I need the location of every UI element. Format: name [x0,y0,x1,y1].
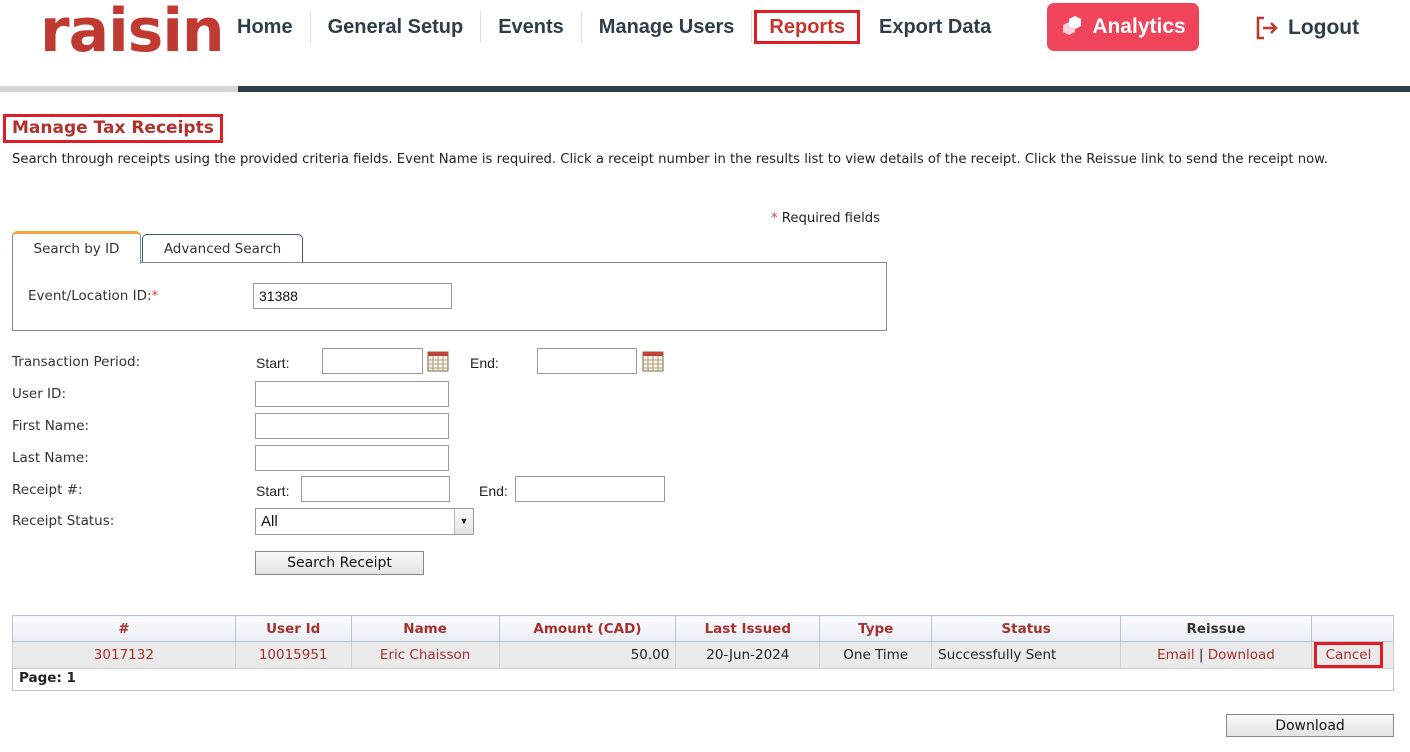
user-id-cell[interactable]: 10015951 [234,641,352,669]
logout-icon [1256,16,1278,40]
name-cell[interactable]: Eric Chaisson [350,641,500,669]
tab-search-by-id[interactable]: Search by ID [12,231,141,264]
calendar-icon[interactable] [642,350,664,372]
transaction-start-input[interactable] [322,348,423,374]
chevron-down-icon[interactable]: ▼ [454,509,473,534]
nav-divider [751,11,753,43]
required-fields-text: Required fields [781,211,881,226]
calendar-icon[interactable] [427,350,449,372]
download-button[interactable]: Download [1226,714,1394,737]
cancel-cell: Cancel [1310,641,1395,669]
amount-cell: 50.00 [498,641,677,669]
user-id-label: User ID: [12,386,66,402]
header-bar-dark [238,86,1410,92]
last-issued-cell: 20-Jun-2024 [675,641,821,669]
search-by-id-panel: Event/Location ID:* [12,262,887,331]
receipt-status-select[interactable]: All ▼ [255,508,474,535]
column-receipt-number[interactable]: # [12,615,236,642]
nav-general-setup[interactable]: General Setup [311,10,481,44]
receipt-end-input[interactable] [515,476,665,502]
transaction-end-input[interactable] [537,348,637,374]
page-title: Manage Tax Receipts [3,114,223,143]
receipt-status-label: Receipt Status: [12,513,115,529]
top-header: raisin Home General Setup Events Manage … [0,0,1410,86]
type-cell: One Time [819,641,933,669]
logout-label: Logout [1288,16,1360,39]
table-header-row: # User Id Name Amount (CAD) Last Issued … [12,615,1395,642]
last-name-label: Last Name: [12,450,89,466]
reissue-download-link[interactable]: Download [1208,647,1275,663]
page-instructions: Search through receipts using the provid… [12,152,1328,167]
nav-events[interactable]: Events [481,10,581,44]
column-reissue: Reissue [1120,615,1312,642]
required-fields-note: * Required fields [771,211,880,226]
receipt-start-input[interactable] [301,476,450,502]
reissue-email-link[interactable]: Email [1157,647,1194,663]
tab-advanced-search[interactable]: Advanced Search [142,234,303,263]
transaction-start-label: Start: [256,355,290,371]
nav-home[interactable]: Home [220,10,310,44]
transaction-end-label: End: [470,355,499,371]
column-amount[interactable]: Amount (CAD) [498,615,677,642]
column-user-id[interactable]: User Id [234,615,352,642]
event-location-label: Event/Location ID:* [28,288,159,304]
first-name-label: First Name: [12,418,90,434]
receipt-status-value: All [261,513,278,530]
column-name[interactable]: Name [350,615,500,642]
reissue-cell: Email | Download [1120,641,1312,669]
column-type[interactable]: Type [819,615,933,642]
pagination-label: Page: 1 [19,670,76,686]
nav-reports[interactable]: Reports [754,10,860,44]
table-row: 3017132 10015951 Eric Chaisson 50.00 20-… [12,641,1395,669]
raisin-logo[interactable]: raisin [40,0,225,66]
results-table-container: # User Id Name Amount (CAD) Last Issued … [12,615,1395,691]
search-receipt-button[interactable]: Search Receipt [255,551,424,575]
receipt-end-label: End: [479,483,508,499]
transaction-period-label: Transaction Period: [12,354,141,370]
first-name-input[interactable] [255,413,449,439]
required-asterisk: * [771,211,778,226]
event-location-input[interactable] [253,283,452,309]
nav-manage-users[interactable]: Manage Users [582,10,752,44]
analytics-button[interactable]: Analytics [1047,3,1199,51]
receipt-number-label: Receipt #: [12,482,83,498]
cancel-link[interactable]: Cancel [1313,642,1384,668]
column-actions [1310,615,1395,642]
user-id-input[interactable] [255,381,449,407]
reissue-separator: | [1198,647,1204,663]
main-nav: Home General Setup Events Manage Users R… [220,8,1008,46]
column-status[interactable]: Status [931,615,1122,642]
receipt-start-label: Start: [256,483,290,499]
results-table: # User Id Name Amount (CAD) Last Issued … [12,615,1395,669]
receipt-number-link[interactable]: 3017132 [12,641,236,669]
nav-export-data[interactable]: Export Data [862,10,1008,44]
analytics-label: Analytics [1092,15,1186,38]
hexagon-icon [1063,16,1082,35]
logout-button[interactable]: Logout [1254,10,1359,46]
status-cell: Successfully Sent [931,641,1122,669]
column-last-issued[interactable]: Last Issued [675,615,821,642]
header-bar-light [0,86,238,92]
last-name-input[interactable] [255,445,449,471]
